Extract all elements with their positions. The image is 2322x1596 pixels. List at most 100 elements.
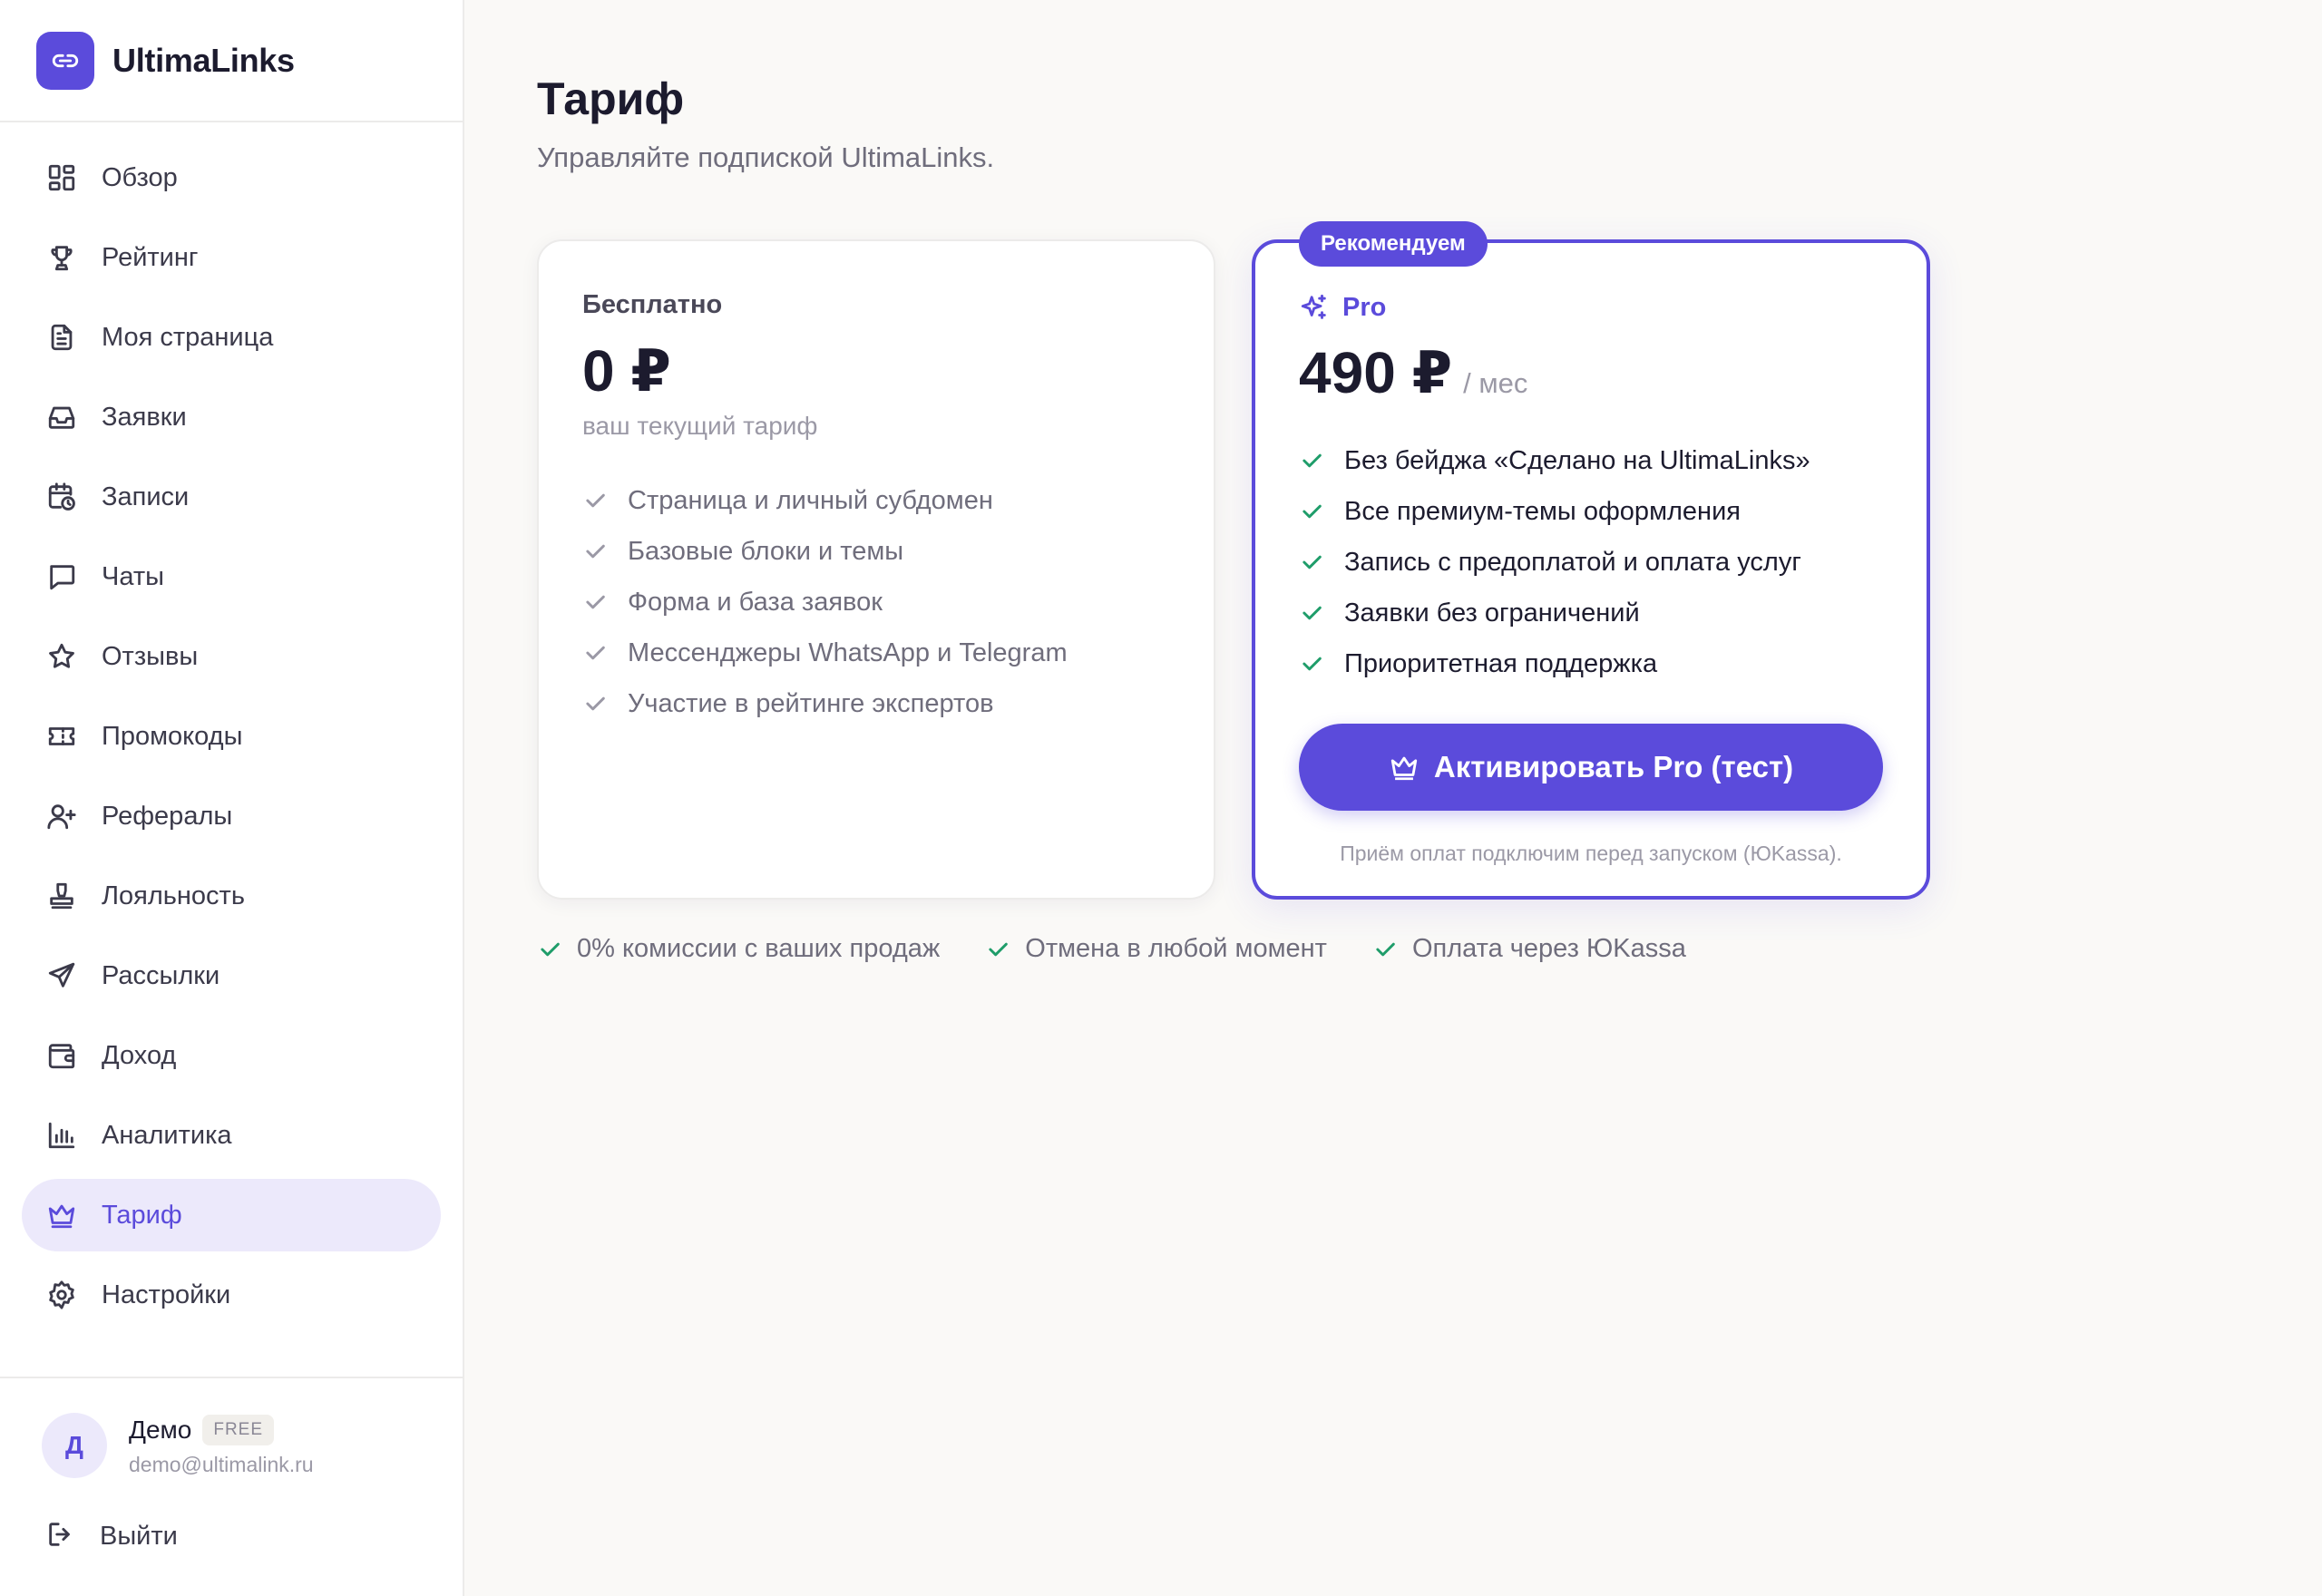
- sidebar-item-label: Доход: [102, 1040, 177, 1070]
- check-icon: [541, 942, 560, 956]
- link-icon: [36, 31, 94, 90]
- free-feature-list: Страница и личный субдомен Базовые блоки…: [582, 475, 1068, 729]
- sidebar-item-promocodes[interactable]: Промокоды: [22, 700, 441, 773]
- sidebar-item-reviews[interactable]: Отзывы: [22, 620, 441, 693]
- pro-plan-period: / мес: [1463, 367, 1528, 399]
- sidebar-item-referrals[interactable]: Рефералы: [22, 780, 441, 852]
- list-item: Все премиум-темы оформления: [1299, 486, 1810, 537]
- activate-pro-button[interactable]: Активировать Pro (тест): [1299, 724, 1883, 811]
- stamp-icon: [45, 880, 78, 912]
- check-icon: [586, 544, 605, 559]
- sidebar-item-label: Обзор: [102, 162, 178, 192]
- payment-note: Приём оплат подключим перед запуском (ЮK…: [1340, 842, 1842, 865]
- sidebar-item-label: Настройки: [102, 1280, 231, 1309]
- pro-plan-card: Рекомендуем Pro 490 ₽ / мес Без бейджа «…: [1252, 221, 1930, 900]
- user-email: demo@ultimalink.ru: [129, 1452, 314, 1476]
- sidebar-item-label: Лояльность: [102, 881, 245, 910]
- sidebar-item-label: Записи: [102, 482, 190, 511]
- brand[interactable]: UltimaLinks: [0, 0, 463, 122]
- sidebar: UltimaLinks Обзор Рейтинг Моя страница З…: [0, 0, 464, 1596]
- sidebar-item-label: Чаты: [102, 561, 164, 591]
- sidebar-item-analytics[interactable]: Аналитика: [22, 1099, 441, 1172]
- check-icon: [586, 493, 605, 508]
- sidebar-item-label: Рассылки: [102, 960, 220, 990]
- activate-pro-label: Активировать Pro (тест): [1433, 750, 1794, 783]
- list-item: Участие в рейтинге экспертов: [582, 678, 1068, 729]
- ticket-icon: [45, 720, 78, 753]
- list-item: Приоритетная поддержка: [1299, 638, 1810, 689]
- logout-button[interactable]: Выйти: [0, 1509, 463, 1563]
- user-name: Демо: [129, 1415, 192, 1444]
- check-icon: [1302, 606, 1322, 620]
- check-icon: [1302, 555, 1322, 569]
- crown-icon: [45, 1199, 78, 1231]
- plan-badge: FREE: [202, 1414, 275, 1445]
- user-plus-icon: [45, 800, 78, 832]
- sidebar-item-label: Тариф: [102, 1200, 182, 1230]
- list-item: Страница и личный субдомен: [582, 475, 1068, 526]
- sidebar-item-requests[interactable]: Заявки: [22, 381, 441, 453]
- sidebar-item-loyalty[interactable]: Лояльность: [22, 860, 441, 932]
- sidebar-item-label: Рефералы: [102, 801, 233, 831]
- logout-icon: [45, 1519, 76, 1554]
- sidebar-item-my-page[interactable]: Моя страница: [22, 301, 441, 374]
- wallet-icon: [45, 1039, 78, 1072]
- chat-icon: [45, 560, 78, 593]
- pro-feature-list: Без бейджа «Сделано на UltimaLinks» Все …: [1299, 435, 1810, 689]
- sidebar-item-income[interactable]: Доход: [22, 1019, 441, 1092]
- logout-label: Выйти: [100, 1521, 178, 1551]
- sidebar-item-label: Рейтинг: [102, 242, 199, 272]
- perk-item: Оплата через ЮKassa: [1372, 934, 1686, 964]
- check-icon: [586, 595, 605, 609]
- perks-row: 0% комиссии с ваших продаж Отмена в любо…: [537, 934, 1732, 964]
- sidebar-item-label: Аналитика: [102, 1120, 232, 1150]
- crown-icon: [1390, 756, 1418, 781]
- file-icon: [45, 321, 78, 354]
- current-plan-note: ваш текущий тариф: [582, 412, 818, 440]
- check-icon: [1302, 657, 1322, 671]
- check-icon: [989, 942, 1009, 956]
- list-item: Базовые блоки и темы: [582, 526, 1068, 577]
- grid-icon: [45, 161, 78, 194]
- sidebar-item-rating[interactable]: Рейтинг: [22, 221, 441, 294]
- free-plan-price: 0 ₽: [582, 338, 671, 404]
- sidebar-item-label: Отзывы: [102, 641, 199, 671]
- pro-plan-name: Pro: [1342, 292, 1387, 322]
- check-icon: [1302, 453, 1322, 468]
- star-icon: [45, 640, 78, 673]
- sidebar-item-label: Заявки: [102, 402, 187, 432]
- sidebar-footer: Д Демо FREE demo@ultimalink.ru Выйти: [0, 1377, 463, 1563]
- pro-plan-price: 490 ₽: [1299, 340, 1453, 405]
- list-item: Форма и база заявок: [582, 577, 1068, 628]
- user-profile[interactable]: Д Демо FREE demo@ultimalink.ru: [0, 1378, 463, 1478]
- check-icon: [1376, 942, 1395, 956]
- list-item: Заявки без ограничений: [1299, 588, 1810, 638]
- sidebar-item-label: Промокоды: [102, 721, 243, 751]
- sidebar-nav: Обзор Рейтинг Моя страница Заявки Записи…: [22, 141, 441, 1338]
- free-plan-card: Бесплатно 0 ₽ ваш текущий тариф Страница…: [537, 239, 1215, 900]
- sidebar-item-bookings[interactable]: Записи: [22, 461, 441, 533]
- recommended-badge: Рекомендуем: [1299, 221, 1488, 267]
- check-icon: [586, 696, 605, 711]
- sidebar-item-settings[interactable]: Настройки: [22, 1259, 441, 1331]
- perk-item: 0% комиссии с ваших продаж: [537, 934, 940, 964]
- sidebar-item-chats[interactable]: Чаты: [22, 540, 441, 613]
- list-item: Мессенджеры WhatsApp и Telegram: [582, 628, 1068, 678]
- inbox-icon: [45, 401, 78, 433]
- check-icon: [586, 646, 605, 660]
- gear-icon: [45, 1279, 78, 1311]
- list-item: Без бейджа «Сделано на UltimaLinks»: [1299, 435, 1810, 486]
- bar-chart-icon: [45, 1119, 78, 1152]
- page-subtitle: Управляйте подпиской UltimaLinks.: [537, 141, 995, 173]
- sidebar-item-overview[interactable]: Обзор: [22, 141, 441, 214]
- trophy-icon: [45, 241, 78, 274]
- sidebar-item-mailings[interactable]: Рассылки: [22, 939, 441, 1012]
- check-icon: [1302, 504, 1322, 519]
- sidebar-item-tariff[interactable]: Тариф: [22, 1179, 441, 1251]
- sparkles-icon: [1301, 294, 1326, 319]
- brand-name: UltimaLinks: [112, 41, 295, 79]
- perk-item: Отмена в любой момент: [985, 934, 1327, 964]
- sidebar-item-label: Моя страница: [102, 322, 274, 352]
- calendar-clock-icon: [45, 481, 78, 513]
- free-plan-name: Бесплатно: [582, 290, 723, 319]
